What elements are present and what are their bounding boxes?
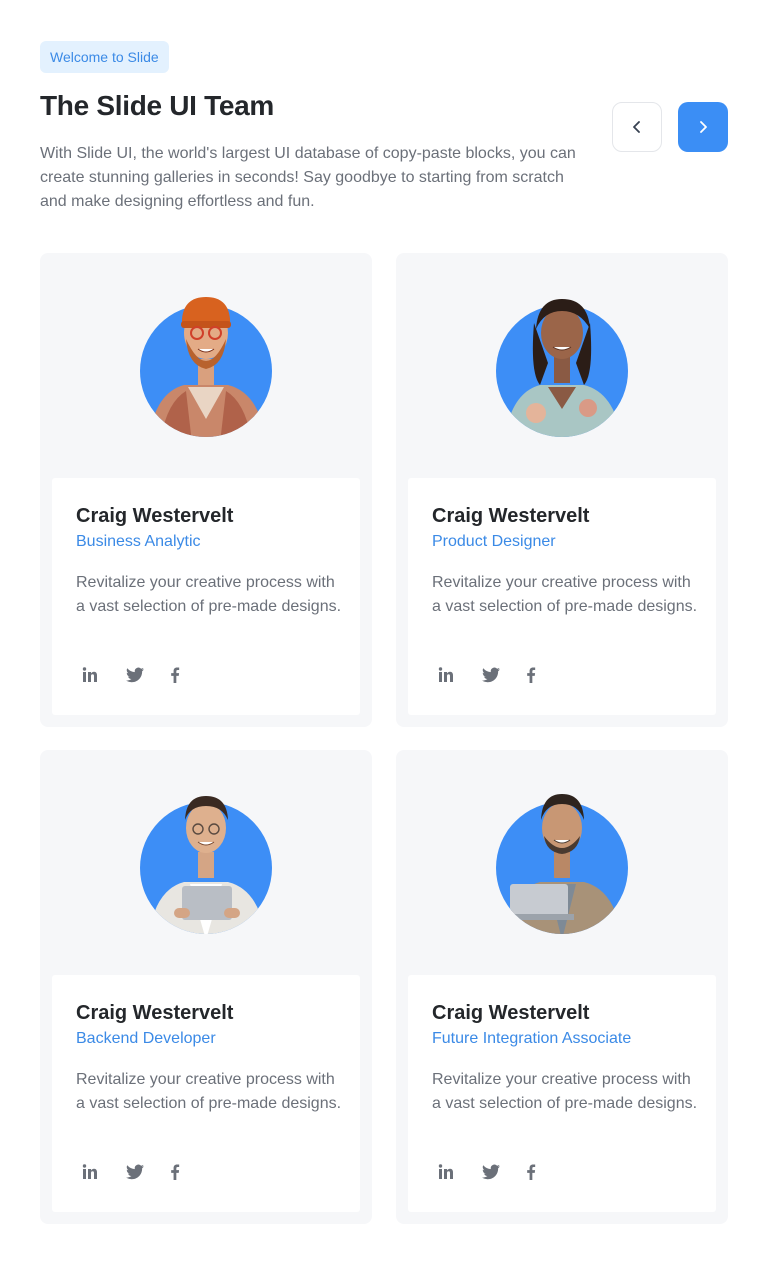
social-links	[82, 664, 214, 686]
facebook-link[interactable]	[170, 1161, 214, 1183]
twitter-link[interactable]	[482, 1161, 526, 1183]
twitter-icon	[482, 667, 500, 683]
previous-button[interactable]	[612, 102, 662, 152]
twitter-icon	[126, 1164, 144, 1180]
team-card: Craig Westervelt Product Designer Revita…	[396, 253, 728, 727]
avatar	[496, 790, 628, 934]
linkedin-icon	[438, 1164, 453, 1179]
team-card: Craig Westervelt Backend Developer Revit…	[40, 750, 372, 1224]
social-links	[438, 664, 570, 686]
linkedin-link[interactable]	[438, 1161, 482, 1183]
facebook-icon	[527, 667, 536, 683]
linkedin-link[interactable]	[82, 664, 126, 686]
member-role: Business Analytic	[76, 533, 201, 550]
facebook-icon	[171, 667, 180, 683]
team-member-info: Craig Westervelt Future Integration Asso…	[408, 975, 716, 1212]
linkedin-icon	[438, 667, 453, 682]
team-member-info: Craig Westervelt Business Analytic Revit…	[52, 478, 360, 715]
team-card: Craig Westervelt Future Integration Asso…	[396, 750, 728, 1224]
facebook-icon	[171, 1164, 180, 1180]
twitter-icon	[126, 667, 144, 683]
chevron-left-icon	[633, 121, 640, 133]
team-member-info: Craig Westervelt Backend Developer Revit…	[52, 975, 360, 1212]
twitter-link[interactable]	[482, 664, 526, 686]
member-bio: Revitalize your creative process with a …	[76, 1071, 342, 1112]
linkedin-icon	[82, 667, 97, 682]
member-bio: Revitalize your creative process with a …	[432, 1071, 698, 1112]
member-bio: Revitalize your creative process with a …	[76, 574, 342, 615]
twitter-link[interactable]	[126, 1161, 170, 1183]
linkedin-link[interactable]	[438, 664, 482, 686]
avatar	[140, 790, 272, 934]
avatar	[140, 293, 272, 437]
member-role: Backend Developer	[76, 1030, 216, 1047]
team-member-info: Craig Westervelt Product Designer Revita…	[408, 478, 716, 715]
member-bio: Revitalize your creative process with a …	[432, 574, 698, 615]
member-name: Craig Westervelt	[432, 1002, 590, 1024]
member-name: Craig Westervelt	[76, 1002, 234, 1024]
welcome-badge: Welcome to Slide	[40, 41, 169, 73]
twitter-link[interactable]	[126, 664, 170, 686]
facebook-icon	[527, 1164, 536, 1180]
avatar	[496, 293, 628, 437]
linkedin-icon	[82, 1164, 97, 1179]
facebook-link[interactable]	[526, 664, 570, 686]
next-button[interactable]	[678, 102, 728, 152]
twitter-icon	[482, 1164, 500, 1180]
facebook-link[interactable]	[526, 1161, 570, 1183]
member-name: Craig Westervelt	[76, 505, 234, 527]
member-name: Craig Westervelt	[432, 505, 590, 527]
social-links	[82, 1161, 214, 1183]
page-title: The Slide UI Team	[40, 90, 274, 121]
facebook-link[interactable]	[170, 664, 214, 686]
member-role: Product Designer	[432, 533, 556, 550]
linkedin-link[interactable]	[82, 1161, 126, 1183]
member-role: Future Integration Associate	[432, 1030, 632, 1047]
chevron-right-icon	[700, 121, 707, 133]
social-links	[438, 1161, 570, 1183]
team-card: Craig Westervelt Business Analytic Revit…	[40, 253, 372, 727]
page-description: With Slide UI, the world's largest UI da…	[40, 145, 576, 210]
